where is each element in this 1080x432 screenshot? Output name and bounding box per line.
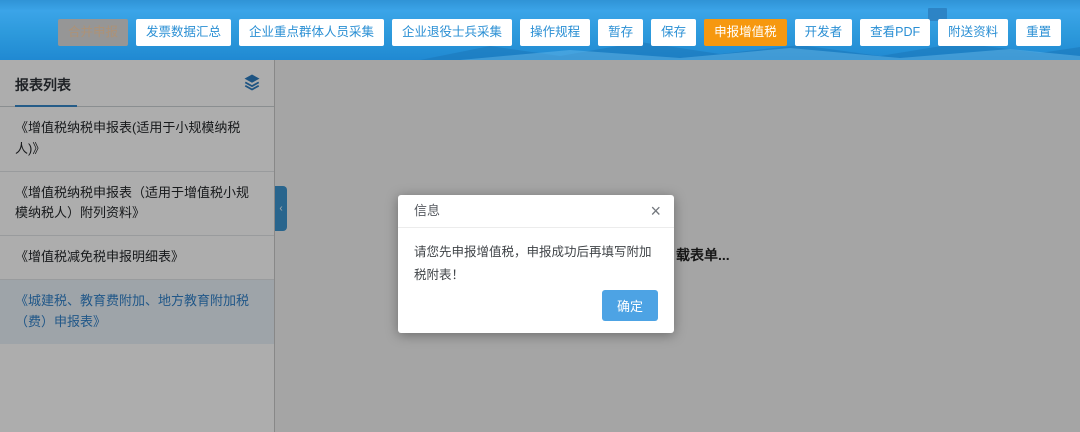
dialog-header: 信息 × (398, 195, 674, 228)
dialog-footer: 确定 (602, 290, 658, 321)
merge-declaration-button[interactable]: 合并申报 (58, 19, 128, 46)
temp-save-button[interactable]: 暂存 (598, 19, 643, 46)
key-group-personnel-collection-button[interactable]: 企业重点群体人员采集 (239, 19, 384, 46)
reset-button[interactable]: 重置 (1016, 19, 1061, 46)
info-dialog: 信息 × 请您先申报增值税，申报成功后再填写附加税附表！ 确定 (398, 195, 674, 333)
dialog-message: 请您先申报增值税，申报成功后再填写附加税附表！ (398, 228, 674, 287)
save-button[interactable]: 保存 (651, 19, 696, 46)
close-icon[interactable]: × (648, 195, 663, 227)
toolbar: 合并申报 发票数据汇总 企业重点群体人员采集 企业退役士兵采集 操作规程 暂存 … (58, 19, 1061, 46)
declare-vat-button[interactable]: 申报增值税 (704, 19, 787, 46)
invoice-data-summary-button[interactable]: 发票数据汇总 (136, 19, 231, 46)
attachments-button[interactable]: 附送资料 (938, 19, 1008, 46)
developer-button[interactable]: 开发者 (795, 19, 853, 46)
confirm-button[interactable]: 确定 (602, 290, 658, 321)
veteran-soldier-collection-button[interactable]: 企业退役士兵采集 (392, 19, 512, 46)
top-header: 合并申报 发票数据汇总 企业重点群体人员采集 企业退役士兵采集 操作规程 暂存 … (0, 0, 1080, 60)
dialog-title: 信息 (414, 203, 440, 218)
view-pdf-button[interactable]: 查看PDF (860, 19, 930, 46)
loading-form-text: 载表单... (676, 245, 730, 265)
operation-guide-button[interactable]: 操作规程 (520, 19, 590, 46)
